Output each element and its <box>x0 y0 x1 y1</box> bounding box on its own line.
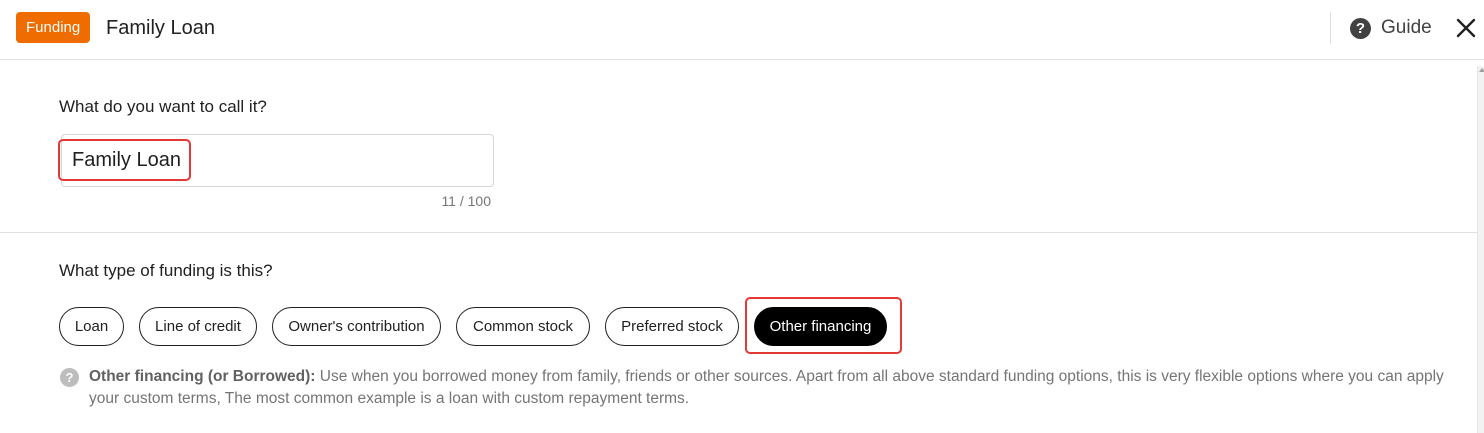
character-counter: 11 / 100 <box>441 193 491 209</box>
funding-type-question-label: What type of funding is this? <box>59 261 273 280</box>
option-loan[interactable]: Loan <box>59 307 124 346</box>
guide-button[interactable]: ? Guide <box>1350 16 1432 40</box>
scrollbar[interactable] <box>1477 66 1484 433</box>
dialog-title: Family Loan <box>106 17 215 39</box>
help-circle-icon: ? <box>1350 17 1371 39</box>
name-field[interactable] <box>61 134 494 187</box>
name-question-label: What do you want to call it? <box>59 97 267 116</box>
option-owners-contribution[interactable]: Owner's contribution <box>272 307 441 346</box>
option-line-of-credit[interactable]: Line of credit <box>139 307 257 346</box>
dialog-header: Funding Family Loan ? Guide <box>0 0 1484 60</box>
option-other-financing[interactable]: Other financing <box>754 307 887 346</box>
help-title: Other financing (or Borrowed): <box>89 368 316 385</box>
help-circle-icon: ? <box>60 368 79 387</box>
section-divider <box>0 232 1477 233</box>
guide-label: Guide <box>1381 17 1432 38</box>
header-divider <box>1330 12 1331 44</box>
name-input[interactable] <box>72 146 472 174</box>
help-description: Other financing (or Borrowed): Use when … <box>89 366 1469 410</box>
option-preferred-stock[interactable]: Preferred stock <box>605 307 739 346</box>
close-icon <box>1456 18 1476 38</box>
option-common-stock[interactable]: Common stock <box>456 307 590 346</box>
funding-badge: Funding <box>16 12 91 43</box>
close-button[interactable] <box>1454 16 1478 40</box>
scroll-up-arrow-icon[interactable] <box>1479 68 1484 72</box>
